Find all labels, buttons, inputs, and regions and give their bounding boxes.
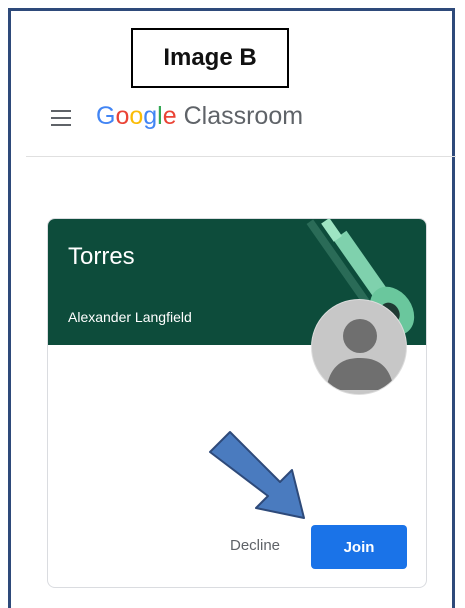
app-header: Google Classroom [26,95,456,157]
person-avatar-icon [326,319,394,390]
decline-button[interactable]: Decline [210,525,300,565]
join-button[interactable]: Join [311,525,407,569]
brand-product: Classroom [183,102,304,130]
brand-letter: g [143,102,158,130]
brand-letter: o [115,102,130,130]
app-brand[interactable]: Google Classroom [96,102,303,131]
top-strip [0,0,465,8]
brand-letter: e [162,102,177,130]
brand-letter: o [129,102,144,130]
class-invite-card: Torres Alexander Langfield Decline Join [47,218,427,588]
brand-letter: G [96,102,116,130]
teacher-avatar [311,299,407,395]
image-label: Image B [131,28,289,88]
course-name[interactable]: Torres [68,243,135,271]
hamburger-menu-icon[interactable] [51,110,71,126]
arrow-down-right-icon [209,431,305,519]
teacher-name: Alexander Langfield [68,309,192,325]
